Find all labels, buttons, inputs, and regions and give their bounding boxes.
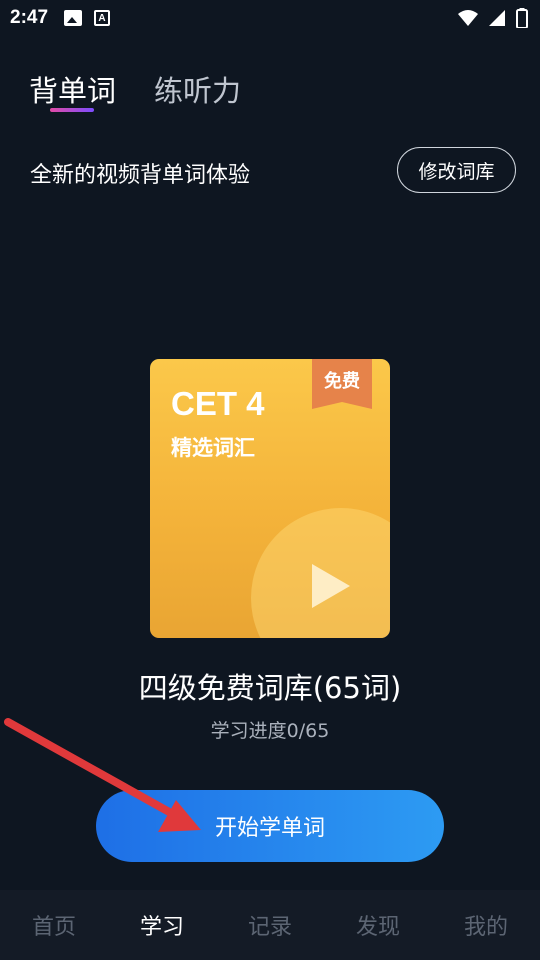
nav-home[interactable]: 首页 [32,909,76,941]
tab-listening[interactable]: 练听力 [154,68,241,110]
word-book-card[interactable]: CET 4 精选词汇 免费 [150,359,390,638]
status-time: 2:47 [10,7,49,28]
book-subtitle: 精选词汇 [171,436,255,460]
play-icon[interactable] [312,564,350,608]
top-tabs: 背单词 练听力 [29,68,241,112]
tab-listening-label: 练听力 [154,74,242,108]
nav-records[interactable]: 记录 [248,909,292,941]
book-title: CET 4 [171,385,265,422]
nav-study[interactable]: 学习 [140,909,184,941]
a-icon: A [94,10,111,26]
image-icon [64,10,83,26]
nav-discover[interactable]: 发现 [356,909,400,941]
tab-memorize-words[interactable]: 背单词 [29,68,117,112]
page-subtitle: 全新的视频背单词体验 [30,163,251,188]
battery-icon [516,8,528,28]
active-tab-indicator [50,108,94,112]
edit-library-button[interactable]: 修改词库 [397,147,516,193]
signal-icon [489,10,505,26]
bottom-nav: 首页 学习 记录 发现 我的 [0,890,540,960]
status-right-icons [458,8,528,28]
red-arrow-annotation [4,718,201,832]
status-bar: 2:47 A [0,0,540,36]
tab-memorize-words-label: 背单词 [29,74,117,108]
wifi-icon [458,10,478,26]
free-badge: 免费 [312,359,372,409]
nav-mine[interactable]: 我的 [464,909,508,941]
status-left-icons: A [64,10,111,26]
